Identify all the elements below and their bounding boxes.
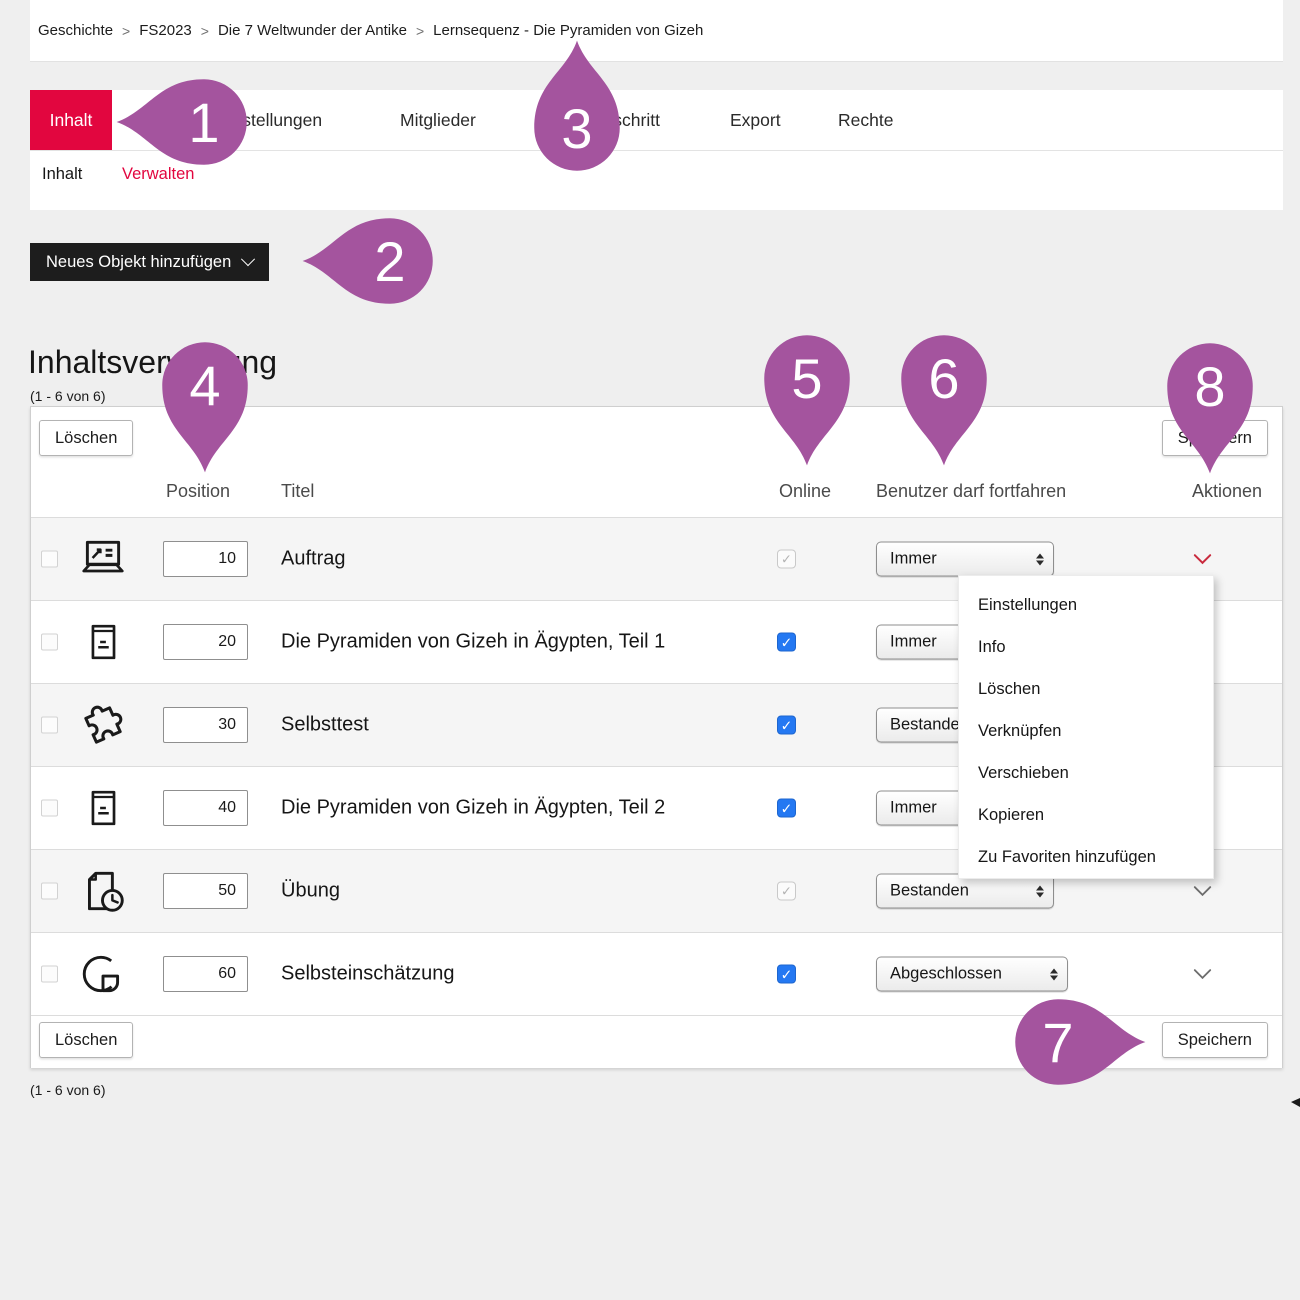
tab-mitglieder[interactable]: Mitglieder (400, 90, 476, 150)
test-puzzle-icon (75, 697, 131, 753)
menu-item-info[interactable]: Info (959, 626, 1213, 668)
table-row: Selbsteinschätzung ✓ Abgeschlossen (31, 932, 1282, 1015)
learning-module-icon (75, 780, 131, 836)
column-header-title: Titel (281, 481, 314, 502)
column-header-actions: Aktionen (1192, 481, 1262, 502)
check-icon: ✓ (781, 801, 793, 815)
row-select-checkbox[interactable] (41, 717, 58, 734)
column-header-continue: Benutzer darf fortfahren (876, 481, 1066, 502)
tab-export[interactable]: Export (730, 90, 781, 150)
breadcrumb-link[interactable]: FS2023 (139, 22, 192, 39)
position-input[interactable] (163, 790, 248, 826)
position-input[interactable] (163, 873, 248, 909)
check-icon: ✓ (781, 885, 792, 898)
assignment-icon (75, 531, 131, 587)
tab-lernfortschritt[interactable]: Lernfortschritt (553, 90, 660, 150)
save-button-bottom[interactable]: Speichern (1162, 1022, 1268, 1058)
item-title[interactable]: Die Pyramiden von Gizeh in Ägypten, Teil… (281, 631, 665, 654)
select-arrows-icon (1040, 968, 1058, 980)
exercise-icon (75, 863, 131, 919)
item-title[interactable]: Selbsttest (281, 714, 369, 737)
position-input[interactable] (163, 541, 248, 577)
position-input[interactable] (163, 707, 248, 743)
column-header-online: Online (779, 481, 831, 502)
actions-dropdown-toggle[interactable] (1179, 554, 1225, 565)
row-select-checkbox[interactable] (41, 883, 58, 900)
actions-dropdown-menu: Einstellungen Info Löschen Verknüpfen Ve… (958, 575, 1214, 879)
chevron-down-icon (1193, 969, 1212, 980)
online-checkbox[interactable]: ✓ (777, 716, 796, 735)
row-select-checkbox[interactable] (41, 966, 58, 983)
item-title[interactable]: Die Pyramiden von Gizeh in Ägypten, Teil… (281, 797, 665, 820)
menu-item-loeschen[interactable]: Löschen (959, 668, 1213, 710)
position-input[interactable] (163, 956, 248, 992)
online-checkbox[interactable]: ✓ (777, 965, 796, 984)
page: Geschichte > FS2023 > Die 7 Weltwunder d… (0, 0, 1300, 1300)
actions-dropdown-toggle[interactable] (1179, 886, 1225, 897)
subtab-verwalten[interactable]: Verwalten (122, 154, 194, 194)
breadcrumb-separator: > (416, 23, 424, 39)
tab-divider (30, 150, 1283, 151)
chevron-down-icon (241, 252, 255, 266)
table-footer (31, 1015, 1282, 1068)
tab-bar: Inhalt Einstellungen Mitglieder Lernfort… (30, 90, 1283, 210)
menu-item-verknuepfen[interactable]: Verknüpfen (959, 710, 1213, 752)
chevron-down-icon (1193, 886, 1212, 897)
online-checkbox[interactable]: ✓ (777, 550, 796, 569)
cursor-artifact (1291, 1098, 1300, 1107)
add-new-object-label: Neues Objekt hinzufügen (46, 253, 231, 272)
subtab-inhalt[interactable]: Inhalt (42, 154, 82, 194)
result-count-top: (1 - 6 von 6) (30, 388, 105, 404)
page-title: Inhaltsverwaltung (28, 344, 277, 381)
row-select-checkbox[interactable] (41, 551, 58, 568)
breadcrumb-current[interactable]: Lernsequenz - Die Pyramiden von Gizeh (433, 22, 703, 39)
online-checkbox[interactable]: ✓ (777, 799, 796, 818)
save-button-top[interactable]: Speichern (1162, 420, 1268, 456)
check-icon: ✓ (781, 967, 793, 981)
result-count-bottom: (1 - 6 von 6) (30, 1082, 105, 1098)
breadcrumb-link[interactable]: Die 7 Weltwunder der Antike (218, 22, 407, 39)
breadcrumb-link[interactable]: Geschichte (38, 22, 113, 39)
item-title[interactable]: Auftrag (281, 548, 345, 571)
learning-module-icon (75, 614, 131, 670)
actions-dropdown-toggle[interactable] (1179, 969, 1225, 980)
item-title[interactable]: Selbsteinschätzung (281, 963, 454, 986)
online-checkbox[interactable]: ✓ (777, 633, 796, 652)
breadcrumb-separator: > (201, 23, 209, 39)
continue-select[interactable]: Immer (876, 542, 1054, 577)
survey-icon (75, 946, 131, 1002)
menu-item-zu-favoriten[interactable]: Zu Favoriten hinzufügen (959, 836, 1213, 878)
tab-rechte[interactable]: Rechte (838, 90, 893, 150)
select-arrows-icon (1026, 553, 1044, 565)
row-select-checkbox[interactable] (41, 634, 58, 651)
tab-inhalt[interactable]: Inhalt (30, 90, 112, 150)
continue-select[interactable]: Abgeschlossen (876, 957, 1068, 992)
select-arrows-icon (1026, 885, 1044, 897)
check-icon: ✓ (781, 553, 792, 566)
menu-item-verschieben[interactable]: Verschieben (959, 752, 1213, 794)
chevron-down-icon (1193, 554, 1212, 565)
breadcrumb-separator: > (122, 23, 130, 39)
breadcrumb: Geschichte > FS2023 > Die 7 Weltwunder d… (30, 0, 1283, 62)
add-new-object-button[interactable]: Neues Objekt hinzufügen (30, 243, 269, 281)
tab-einstellungen[interactable]: Einstellungen (217, 90, 322, 150)
position-input[interactable] (163, 624, 248, 660)
row-select-checkbox[interactable] (41, 800, 58, 817)
menu-item-einstellungen[interactable]: Einstellungen (959, 584, 1213, 626)
online-checkbox[interactable]: ✓ (777, 882, 796, 901)
column-header-position: Position (166, 481, 230, 502)
item-title[interactable]: Übung (281, 880, 340, 903)
check-icon: ✓ (781, 718, 793, 732)
delete-button-top[interactable]: Löschen (39, 420, 133, 456)
menu-item-kopieren[interactable]: Kopieren (959, 794, 1213, 836)
delete-button-bottom[interactable]: Löschen (39, 1022, 133, 1058)
check-icon: ✓ (781, 635, 793, 649)
